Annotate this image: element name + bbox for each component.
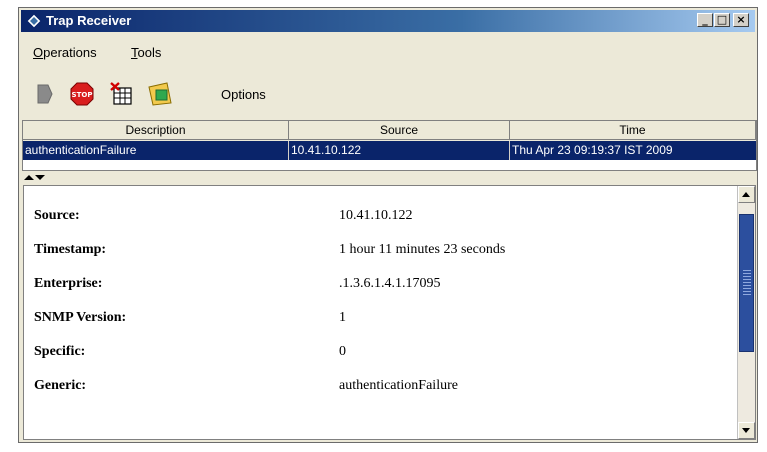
menu-tools[interactable]: Tools bbox=[131, 45, 161, 60]
window-title: Trap Receiver bbox=[46, 13, 132, 28]
scroll-up-button[interactable] bbox=[738, 186, 755, 203]
detail-label: Source: bbox=[34, 208, 80, 223]
start-icon[interactable] bbox=[31, 81, 57, 107]
menu-operations-mnemonic: O bbox=[33, 45, 44, 60]
stop-icon-text: STOP bbox=[72, 91, 93, 99]
scroll-grip-icon bbox=[743, 270, 751, 296]
trap-receiver-window: Trap Receiver _ □ × Operations Tools STO… bbox=[18, 7, 758, 443]
detail-label: Specific: bbox=[34, 344, 86, 359]
menu-operations-label: perations bbox=[43, 45, 97, 60]
detail-row-specific: Specific: 0 bbox=[34, 344, 724, 368]
vertical-scrollbar[interactable] bbox=[737, 186, 755, 439]
minimize-button[interactable]: _ bbox=[697, 13, 713, 27]
table-row[interactable]: authenticationFailure 10.41.10.122 Thu A… bbox=[23, 141, 756, 160]
cell-time: Thu Apr 23 09:19:37 IST 2009 bbox=[512, 143, 673, 157]
detail-row-enterprise: Enterprise: .1.3.6.1.4.1.17095 bbox=[34, 276, 724, 300]
detail-label: Enterprise: bbox=[34, 276, 103, 291]
detail-row-timestamp: Timestamp: 1 hour 11 minutes 23 seconds bbox=[34, 242, 724, 266]
parser-icon[interactable] bbox=[147, 81, 173, 107]
close-button[interactable]: × bbox=[733, 13, 749, 27]
title-bar[interactable]: Trap Receiver _ □ × bbox=[21, 10, 755, 32]
detail-row-snmp-version: SNMP Version: 1 bbox=[34, 310, 724, 334]
column-header-description[interactable]: Description bbox=[23, 121, 289, 140]
stop-icon[interactable]: STOP bbox=[69, 81, 95, 107]
scroll-up-arrow-icon bbox=[742, 192, 750, 197]
toolbar: STOP Options bbox=[21, 81, 755, 109]
column-header-source[interactable]: Source bbox=[289, 121, 510, 140]
menu-tools-label: ools bbox=[137, 45, 162, 60]
scroll-down-button[interactable] bbox=[738, 422, 755, 439]
app-diamond-icon bbox=[26, 13, 42, 29]
detail-value: 0 bbox=[339, 344, 346, 359]
detail-value: 1 bbox=[339, 310, 346, 325]
detail-value: 10.41.10.122 bbox=[339, 208, 413, 223]
collapse-up-icon[interactable] bbox=[24, 175, 34, 180]
detail-label: Generic: bbox=[34, 378, 87, 393]
options-button[interactable]: Options bbox=[221, 87, 266, 102]
column-header-time[interactable]: Time bbox=[510, 121, 756, 140]
traps-table: Description Source Time authenticationFa… bbox=[22, 120, 757, 171]
detail-label: Timestamp: bbox=[34, 242, 107, 257]
detail-row-source: Source: 10.41.10.122 bbox=[34, 208, 724, 232]
cell-description: authenticationFailure bbox=[23, 141, 289, 160]
detail-label: SNMP Version: bbox=[34, 310, 127, 325]
menu-operations[interactable]: Operations bbox=[33, 45, 97, 60]
cell-source: 10.41.10.122 bbox=[289, 141, 510, 160]
detail-value: 1 hour 11 minutes 23 seconds bbox=[339, 242, 506, 257]
maximize-button[interactable]: □ bbox=[714, 13, 730, 27]
delete-traps-icon[interactable] bbox=[109, 81, 135, 107]
scroll-thumb[interactable] bbox=[739, 214, 754, 352]
trap-details-panel: Source: 10.41.10.122 Timestamp: 1 hour 1… bbox=[23, 185, 756, 440]
scroll-down-arrow-icon bbox=[742, 428, 750, 433]
detail-value: authenticationFailure bbox=[339, 378, 458, 393]
table-header: Description Source Time bbox=[23, 121, 756, 141]
collapse-down-icon[interactable] bbox=[35, 175, 45, 180]
splitter[interactable] bbox=[22, 173, 757, 183]
detail-row-generic: Generic: authenticationFailure bbox=[34, 378, 724, 402]
detail-value: .1.3.6.1.4.1.17095 bbox=[339, 276, 441, 291]
